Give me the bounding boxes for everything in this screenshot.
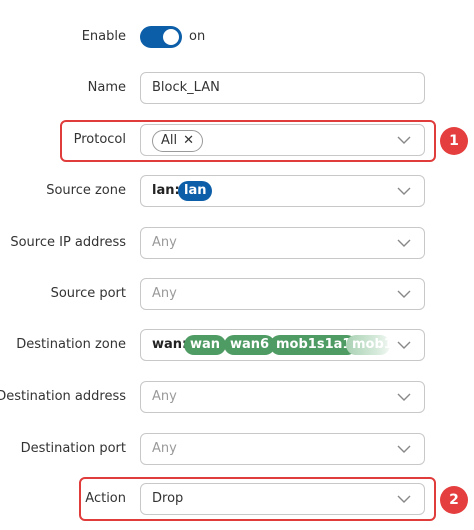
action-highlight-box: [79, 477, 436, 521]
source-ip-label: Source IP address: [10, 235, 126, 250]
destination-zone-row: Destination zone wan: wan wan6 mob1s1a1 …: [0, 329, 474, 361]
chevron-down-icon[interactable]: [397, 288, 411, 300]
chevron-down-icon[interactable]: [397, 391, 411, 403]
destination-zone-select[interactable]: wan: wan wan6 mob1s1a1 mob1: [140, 329, 425, 361]
protocol-highlight-box: [60, 120, 436, 162]
annotation-badge-1: 1: [440, 127, 468, 155]
source-zone-prefix: lan:: [152, 183, 180, 198]
chevron-down-icon[interactable]: [397, 339, 411, 351]
annotation-badge-2: 2: [440, 486, 468, 514]
source-ip-placeholder: Any: [152, 235, 177, 250]
source-ip-select[interactable]: Any: [140, 227, 425, 259]
destination-address-select[interactable]: Any: [140, 381, 425, 413]
destination-port-placeholder: Any: [152, 441, 177, 456]
enable-row: Enable on: [0, 21, 474, 53]
destination-zone-chip: mob1: [346, 335, 390, 355]
enable-state-text: on: [189, 29, 206, 44]
enable-toggle[interactable]: [140, 26, 182, 48]
enable-label: Enable: [81, 29, 126, 44]
source-zone-label: Source zone: [46, 183, 126, 198]
source-port-row: Source port Any: [0, 278, 474, 310]
destination-address-label: Destination address: [0, 389, 126, 404]
name-input[interactable]: Block_LAN: [140, 72, 425, 104]
destination-zone-chip: wan6: [224, 335, 276, 355]
destination-port-row: Destination port Any: [0, 433, 474, 465]
destination-address-placeholder: Any: [152, 389, 177, 404]
destination-zone-label: Destination zone: [16, 337, 126, 352]
destination-address-row: Destination address Any: [0, 381, 474, 413]
destination-zone-prefix: wan:: [152, 337, 188, 352]
destination-zone-chip: mob1s1a1: [270, 335, 358, 355]
toggle-knob: [163, 29, 179, 45]
source-zone-row: Source zone lan: lan: [0, 175, 474, 207]
chevron-down-icon[interactable]: [397, 443, 411, 455]
source-port-label: Source port: [50, 286, 126, 301]
destination-port-select[interactable]: Any: [140, 433, 425, 465]
chevron-down-icon[interactable]: [397, 185, 411, 197]
source-ip-row: Source IP address Any: [0, 227, 474, 259]
chevron-down-icon[interactable]: [397, 237, 411, 249]
source-port-select[interactable]: Any: [140, 278, 425, 310]
destination-port-label: Destination port: [20, 441, 126, 456]
source-zone-select[interactable]: lan: lan: [140, 175, 425, 207]
source-port-placeholder: Any: [152, 286, 177, 301]
name-label: Name: [87, 80, 126, 95]
name-value: Block_LAN: [152, 80, 220, 95]
source-zone-chip: lan: [178, 181, 213, 201]
destination-zone-chip: wan: [184, 335, 227, 355]
name-row: Name Block_LAN: [0, 72, 474, 104]
